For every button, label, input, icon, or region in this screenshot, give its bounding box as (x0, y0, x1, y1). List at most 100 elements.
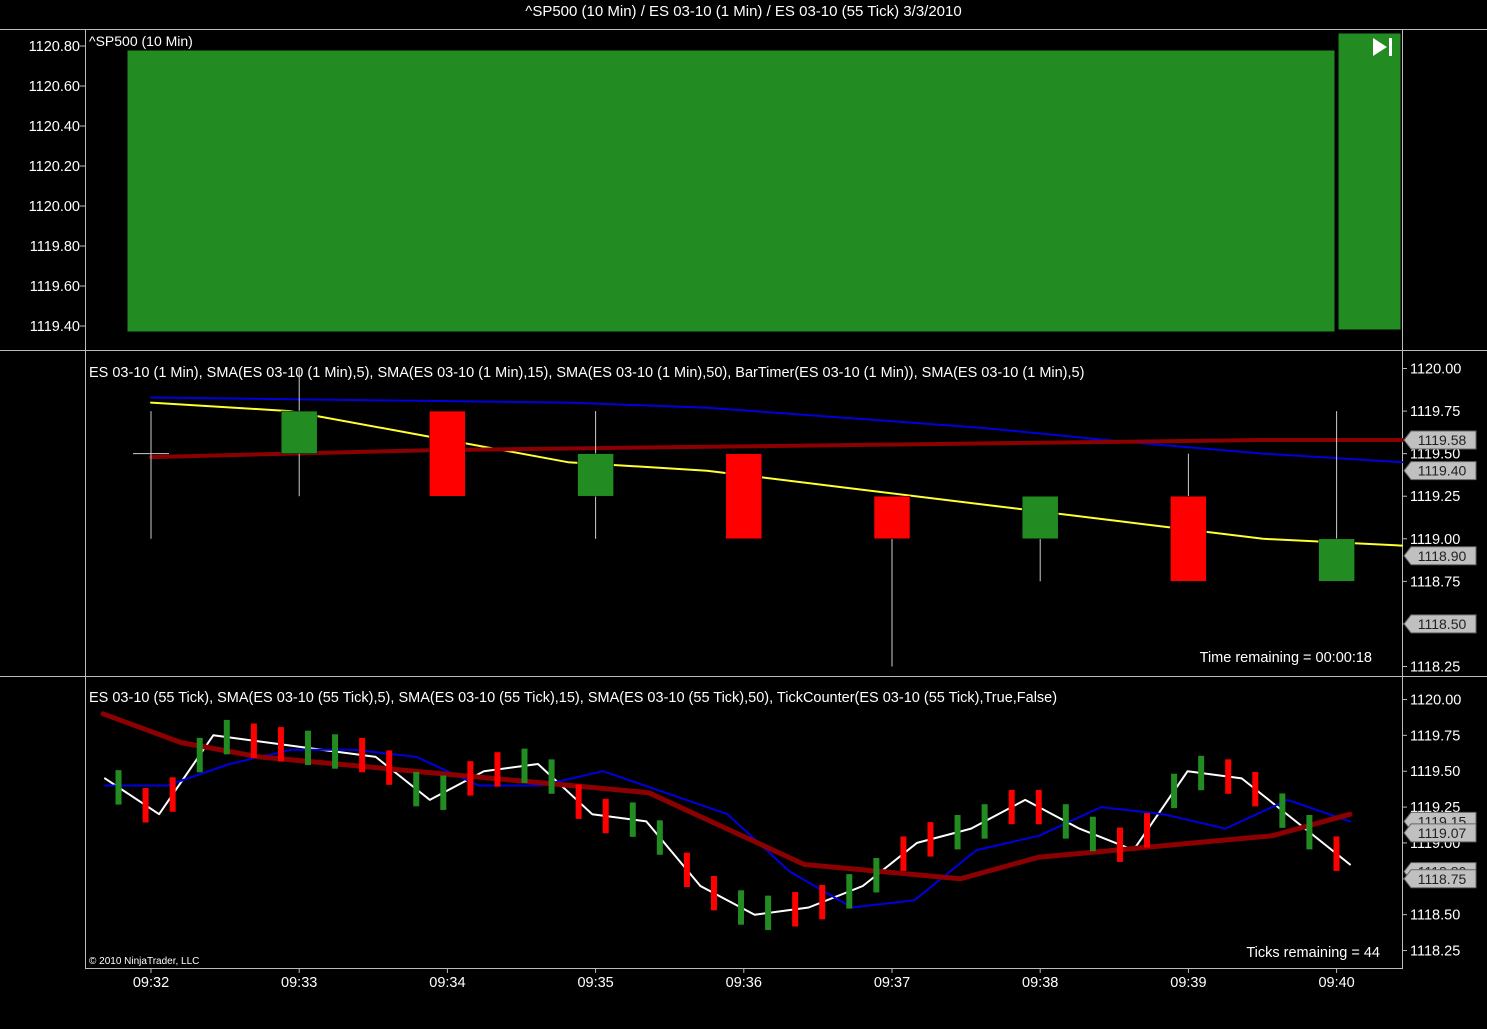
price-tick-label: 1120.20 (29, 159, 80, 175)
tick-bar (1225, 759, 1232, 794)
price-tick-label: 1119.75 (1410, 404, 1460, 420)
tick-bar (738, 890, 745, 925)
tick-bar (900, 836, 907, 871)
price-marker-label: 1118.50 (1418, 616, 1467, 632)
tick-bar (169, 777, 176, 812)
price-tick-label: 1119.50 (1410, 764, 1460, 780)
price-marker-label: 1119.40 (1418, 463, 1467, 479)
price-tick-label: 1120.00 (1410, 362, 1461, 378)
price-tick-label: 1119.25 (1410, 489, 1460, 505)
price-tick-label: 1118.25 (1410, 659, 1460, 675)
price-tick-label: 1119.75 (1410, 728, 1460, 744)
price-marker-label: 1119.07 (1418, 825, 1467, 841)
sma-line (150, 401, 1403, 547)
ticks-remaining-text: Ticks remaining = 44 (1246, 945, 1380, 961)
tick-bar (250, 723, 257, 758)
tick-bar (1062, 804, 1069, 839)
tick-bar (629, 802, 636, 837)
tick-bar (1198, 755, 1205, 791)
tick-bar (521, 748, 528, 784)
copyright-text: © 2010 NinjaTrader, LLC (89, 956, 199, 967)
tick-bar (1008, 789, 1015, 825)
tick-bar (1035, 789, 1042, 825)
tick-bar (386, 750, 393, 785)
tick-bar (413, 771, 420, 807)
tick-bar (1144, 813, 1151, 848)
candle-body (873, 495, 911, 540)
time-tick-label: 09:34 (429, 975, 465, 991)
candle-body (1318, 538, 1355, 582)
price-marker-label: 1118.75 (1418, 871, 1467, 887)
sp500-bar (1337, 32, 1402, 331)
es-55tick-panel-label: ES 03-10 (55 Tick), SMA(ES 03-10 (55 Tic… (89, 690, 1057, 706)
time-tick-label: 09:35 (577, 975, 613, 991)
tick-bar (954, 814, 961, 850)
time-tick-label: 09:36 (726, 975, 762, 991)
tick-bar (359, 737, 366, 773)
sp500-panel[interactable]: ^SP500 (10 Min) 1120.80 1120.60 1120.40 112… (29, 32, 1402, 335)
tick-bar (683, 852, 690, 888)
time-remaining-text: Time remaining = 00:00:18 (1200, 650, 1372, 666)
price-tick-label: 1118.25 (1410, 944, 1460, 960)
tick-bar (467, 761, 474, 796)
price-tick-label: 1119.40 (30, 319, 80, 335)
tick-bar (115, 770, 122, 805)
price-tick-label: 1118.75 (1410, 574, 1460, 590)
tick-bar (223, 719, 230, 755)
es-1min-panel[interactable]: ES 03-10 (1 Min), SMA(ES 03-10 (1 Min),5… (89, 362, 1477, 676)
candle-body (1021, 495, 1059, 540)
tick-bar (440, 775, 447, 810)
candle-body (1170, 495, 1207, 582)
tick-bar (765, 895, 772, 931)
tick-bar (142, 788, 149, 823)
tick-bar (819, 884, 826, 920)
price-tick-label: 1120.60 (29, 79, 80, 95)
tick-bar (1171, 773, 1178, 809)
tick-bar (927, 822, 934, 857)
price-tick-label: 1119.00 (1410, 532, 1460, 548)
price-tick-label: 1120.00 (29, 199, 80, 215)
candle-body (725, 453, 763, 540)
tick-bar (1333, 836, 1340, 871)
tick-bar (1116, 827, 1123, 862)
tick-bar (656, 820, 663, 855)
tick-bar (1279, 793, 1286, 828)
price-tick-label: 1120.00 (1410, 692, 1461, 708)
time-tick-label: 09:38 (1022, 975, 1058, 991)
chart-canvas[interactable]: ^SP500 (10 Min) 1120.80 1120.60 1120.40 112… (0, 0, 1487, 1029)
tick-bar (548, 759, 555, 794)
es-55tick-panel[interactable]: ES 03-10 (55 Tick), SMA(ES 03-10 (55 Tic… (89, 690, 1477, 967)
skip-to-end-icon-bar (1389, 38, 1392, 56)
tick-bar (1089, 816, 1096, 852)
tick-bar (304, 730, 311, 766)
time-tick-label: 09:32 (133, 975, 169, 991)
candle-body (280, 410, 318, 454)
time-tick-label: 09:39 (1170, 975, 1206, 991)
time-tick-label: 09:33 (281, 975, 317, 991)
es-1min-panel-label: ES 03-10 (1 Min), SMA(ES 03-10 (1 Min),5… (89, 365, 1084, 381)
price-tick-label: 1120.40 (29, 119, 80, 135)
price-marker-label: 1118.90 (1418, 548, 1467, 564)
tick-bar (981, 804, 988, 839)
tick-bar (792, 892, 799, 927)
tick-bar (277, 727, 284, 762)
tick-bar (196, 737, 203, 773)
tick-bar (332, 734, 339, 769)
tick-bar (602, 798, 609, 834)
candle-body (429, 410, 466, 497)
tick-bar (1306, 814, 1313, 850)
price-tick-label: 1118.50 (1410, 908, 1460, 924)
candle-body (577, 453, 614, 497)
price-tick-label: 1119.80 (30, 239, 80, 255)
tick-bar (1252, 771, 1259, 807)
tick-bar (873, 857, 880, 893)
price-tick-label: 1119.60 (30, 279, 80, 295)
time-tick-label: 09:40 (1318, 975, 1354, 991)
price-tick-label: 1120.80 (29, 39, 80, 55)
tick-bar (846, 874, 853, 909)
time-tick-label: 09:37 (874, 975, 910, 991)
tick-sma-line (100, 711, 1353, 882)
time-axis: 09:32 09:33 09:34 09:35 09:36 09:37 09:38 09:39… (133, 968, 1355, 991)
tick-bar (710, 875, 717, 911)
price-marker-label: 1119.58 (1418, 432, 1467, 448)
